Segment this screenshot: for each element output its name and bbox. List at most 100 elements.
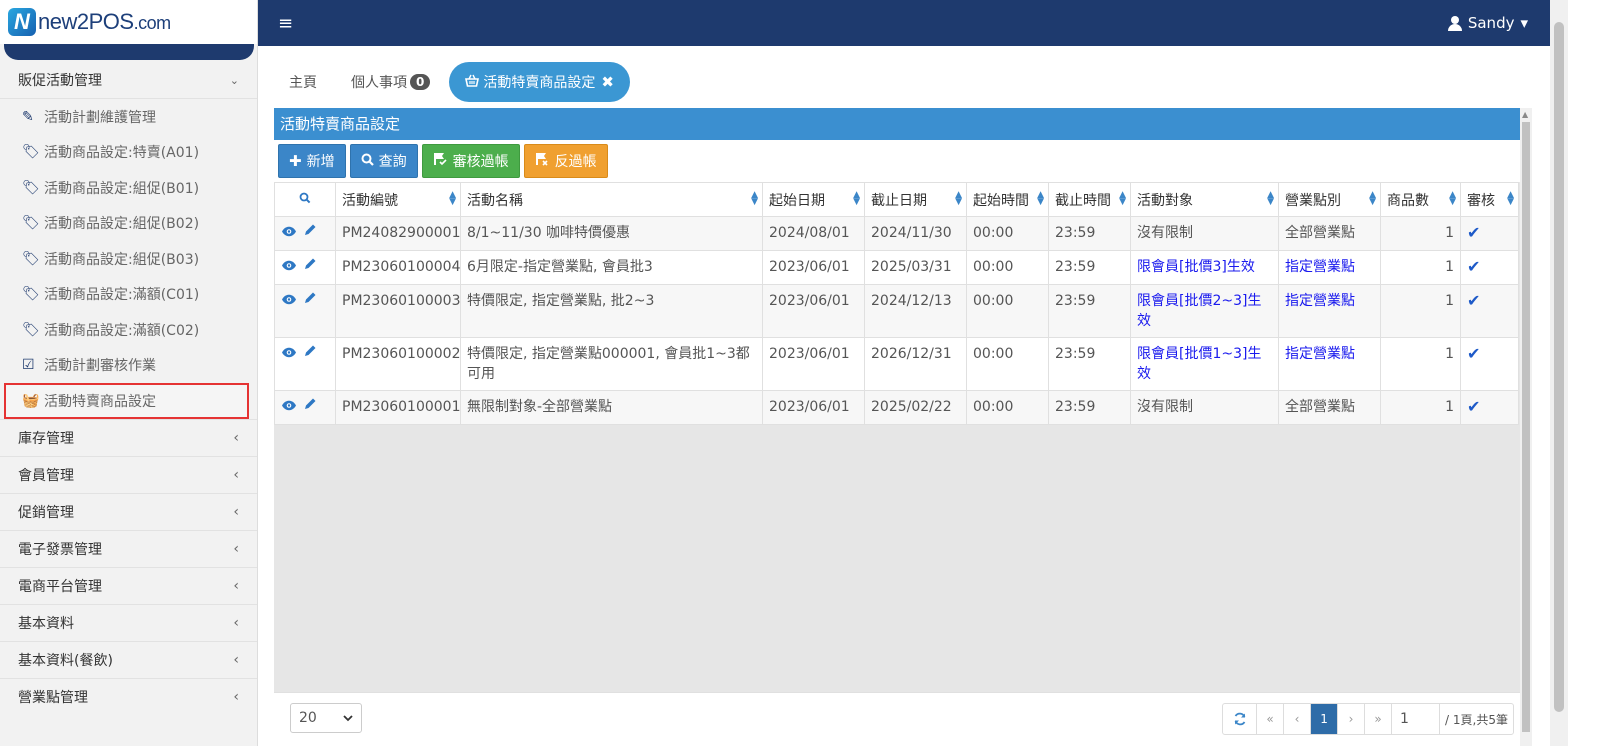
sidebar-group-label: 庫存管理 [18,430,74,447]
table-row[interactable]: PM23060100004 6月限定-指定營業點, 會員批3 2023/06/01 2… [274,250,1519,285]
edit-pencil-icon[interactable] [303,224,317,241]
sidebar-group[interactable]: 電子發票管理 ‹ [0,529,257,567]
table-row[interactable]: PM24082900001 8/1~11/30 咖啡特價優惠 2024/08/01 2… [274,216,1519,251]
sidebar-group-label: 販促活動管理 [18,73,102,89]
view-eye-icon[interactable] [281,400,297,415]
next-page-button[interactable]: › [1338,704,1366,734]
column-search-header[interactable] [274,182,336,217]
prev-page-button[interactable]: ‹ [1284,704,1312,734]
header-product-count[interactable]: 商品數 ▲ ▼ [1380,182,1461,217]
sort-icon[interactable]: ▲ ▼ [1037,191,1044,207]
sidebar-sub-item[interactable]: 🏷 活動商品設定:組促(B01) [0,170,257,206]
reverse-post-button[interactable]: 反過帳 [523,144,608,178]
sidebar-sub-item-label: 活動商品設定:組促(B03) [44,251,200,268]
header-label: 起始時間 [973,192,1029,209]
sort-icon[interactable]: ▲ ▼ [751,191,758,207]
sidebar-sub-item[interactable]: 🧺 活動特賣商品設定 [4,383,249,419]
table-row[interactable]: PM23060100001 無限制對象-全部營業點 2023/06/01 2025/0… [274,390,1519,425]
page-1-button[interactable]: 1 [1311,704,1339,734]
approve-post-button[interactable]: 審核過帳 [421,144,520,178]
header-activity-name[interactable]: 活動名稱 ▲ ▼ [460,182,763,217]
sort-icon[interactable]: ▲ ▼ [1449,191,1456,207]
page-size-select[interactable]: 20 [290,703,362,733]
content-panel: 活動特賣商品設定 ✚ 新增 查詢 審核過帳 反過帳 活動編號 ▲ ▼ 活動名稱 … [274,108,1532,746]
sidebar-group-label: 促銷管理 [18,504,74,521]
logo[interactable]: N new2POS.com [0,0,257,44]
sidebar-sub-item[interactable]: 🏷 活動商品設定:組促(B03) [0,241,257,277]
sort-icon[interactable]: ▲ ▼ [1267,191,1274,207]
tag-icon: 🏷 [22,286,40,303]
view-eye-icon[interactable] [281,260,297,275]
row-actions [274,337,336,391]
sidebar-sub-item[interactable]: 🏷 活動商品設定:滿額(C01) [0,277,257,313]
sort-icon[interactable]: ▲ ▼ [1369,191,1376,207]
header-activity-id[interactable]: 活動編號 ▲ ▼ [335,182,461,217]
cell-end-time: 23:59 [1048,250,1131,285]
cell-id: PM23060100004 [335,250,461,285]
last-page-button[interactable]: » [1365,704,1393,734]
view-eye-icon[interactable] [281,294,297,309]
header-start-date[interactable]: 起始日期 ▲ ▼ [762,182,865,217]
first-page-button[interactable]: « [1257,704,1285,734]
close-tab-icon[interactable]: ✖ [601,73,614,91]
sidebar-sub-item-label: 活動商品設定:組促(B01) [44,180,200,197]
chevron-left-icon: ‹ [233,651,239,668]
caret-down-icon: ▾ [1520,14,1528,32]
query-button[interactable]: 查詢 [349,144,418,178]
header-approved[interactable]: 審核 ▲ ▼ [1460,182,1519,217]
sidebar-group-promo-activity[interactable]: 販促活動管理 ⌄ [0,62,257,99]
header-start-time[interactable]: 起始時間 ▲ ▼ [966,182,1049,217]
header-label: 營業點別 [1285,192,1341,209]
panel-scrollbar-thumb[interactable] [1522,122,1530,732]
sort-icon[interactable]: ▲ ▼ [1119,191,1126,207]
sort-icon[interactable]: ▲ ▼ [449,191,456,207]
sidebar-group[interactable]: 基本資料(餐飲) ‹ [0,640,257,678]
window-scrollbar-thumb[interactable] [1554,22,1564,712]
window-scrollbar[interactable] [1550,0,1568,746]
tab-sale-product-settings[interactable]: 活動特賣商品設定 ✖ [449,62,630,102]
header-store-type[interactable]: 營業點別 ▲ ▼ [1278,182,1381,217]
page-number-input[interactable]: 1 [1392,704,1441,734]
edit-pencil-icon[interactable] [303,292,317,309]
sidebar-group[interactable]: 電商平台管理 ‹ [0,566,257,604]
sort-icon[interactable]: ▲ ▼ [1507,191,1514,207]
add-button[interactable]: ✚ 新增 [278,144,346,178]
sidebar-sub-item[interactable]: ☑ 活動計劃審核作業 [0,348,257,384]
add-button-label: 新增 [306,154,335,170]
sidebar-sub-item-label: 活動特賣商品設定 [44,393,156,410]
sort-icon[interactable]: ▲ ▼ [955,191,962,207]
refresh-icon[interactable] [1223,704,1258,734]
sidebar-sub-item[interactable]: 🏷 活動商品設定:特賣(A01) [0,135,257,171]
sidebar-group[interactable]: 促銷管理 ‹ [0,492,257,530]
sidebar-group[interactable]: 營業點管理 ‹ [0,677,257,715]
cell-end-time: 23:59 [1048,216,1131,251]
cell-start-date: 2023/06/01 [762,390,865,425]
sidebar-sub-item[interactable]: ✎ 活動計劃維護管理 [0,99,257,135]
sidebar-group-label: 會員管理 [18,467,74,484]
view-eye-icon[interactable] [281,347,297,362]
edit-pencil-icon[interactable] [303,258,317,275]
header-end-date[interactable]: 截止日期 ▲ ▼ [864,182,967,217]
user-menu[interactable]: Sandy ▾ [1447,14,1528,32]
hamburger-menu-icon[interactable]: ≡ [278,13,293,34]
header-target[interactable]: 活動對象 ▲ ▼ [1130,182,1279,217]
panel-scrollbar[interactable]: ▲ [1520,108,1532,746]
header-end-time[interactable]: 截止時間 ▲ ▼ [1048,182,1131,217]
sidebar-sub-item[interactable]: 🏷 活動商品設定:滿額(C02) [0,312,257,348]
tab-home[interactable]: 主頁 [274,62,332,102]
view-eye-icon[interactable] [281,226,297,241]
sidebar-group[interactable]: 會員管理 ‹ [0,455,257,493]
sidebar-group[interactable]: 庫存管理 ‹ [0,418,257,456]
scroll-up-icon[interactable]: ▲ [1522,110,1528,119]
column-search-icon[interactable] [299,192,311,208]
row-actions [274,284,336,338]
edit-pencil-icon[interactable] [303,398,317,415]
tab-personal-items[interactable]: 個人事項 0 [336,62,445,102]
table-row[interactable]: PM23060100003 特價限定, 指定營業點, 批2~3 2023/06/01… [274,284,1519,338]
sort-icon[interactable]: ▲ ▼ [853,191,860,207]
sidebar-sub-item[interactable]: 🏷 活動商品設定:組促(B02) [0,206,257,242]
sidebar-group[interactable]: 基本資料 ‹ [0,603,257,641]
edit-pencil-icon[interactable] [303,345,317,362]
chevron-left-icon: ‹ [233,614,239,631]
table-row[interactable]: PM23060100002 特價限定, 指定營業點000001, 會員批1~3都可… [274,337,1519,391]
